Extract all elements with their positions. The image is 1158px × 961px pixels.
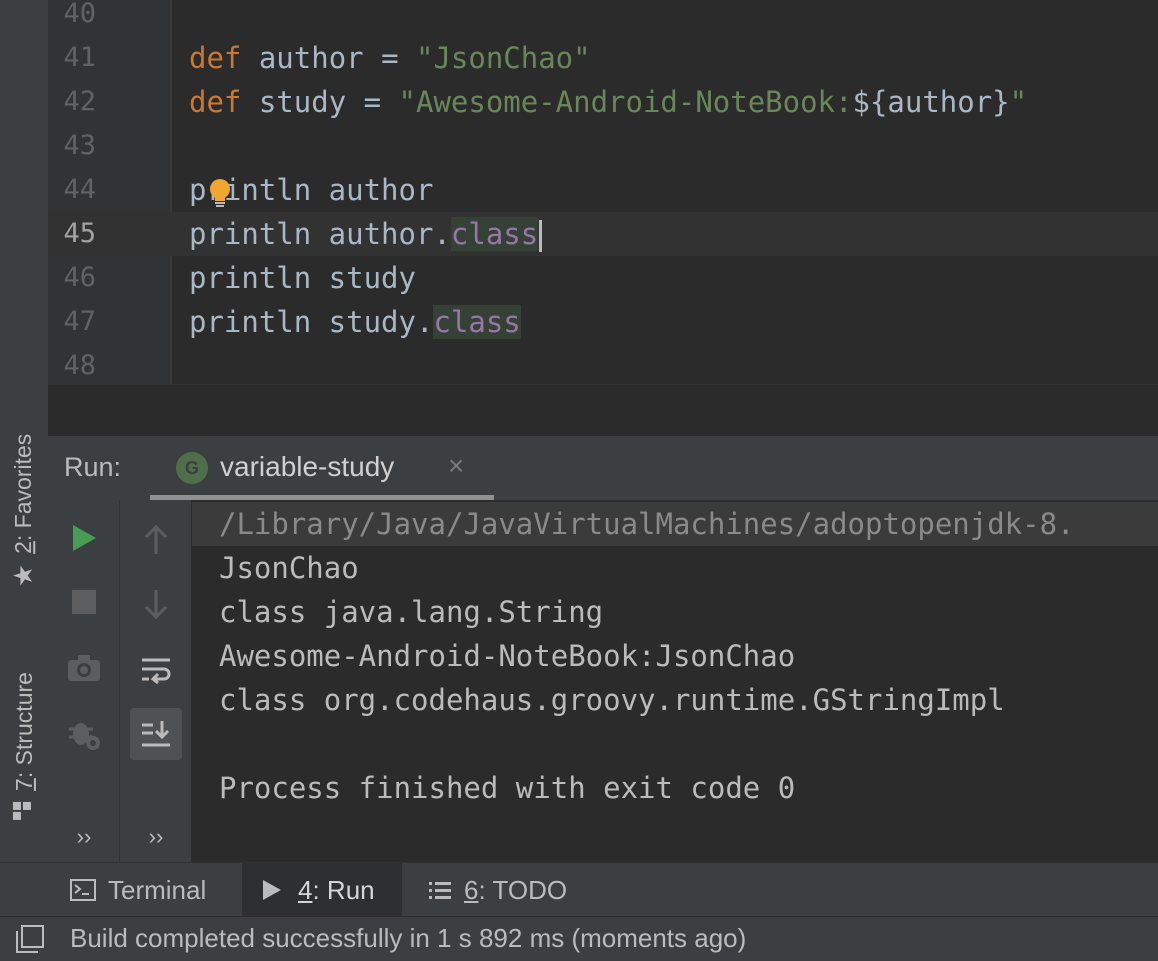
line-number: 41 [63,42,96,73]
console-output-line: class org.codehaus.groovy.runtime.GStrin… [219,683,1005,717]
code-text: println author. [189,217,451,251]
more-actions-chevron[interactable]: ›› [48,824,120,850]
bottom-tool-tabs: Terminal 4: Run 6: TODO [0,862,1158,917]
soft-wrap-icon [142,658,171,684]
tab-run-number: 4 [298,874,313,905]
close-icon[interactable]: × [448,450,464,482]
favorites-tool-tab[interactable]: ★ 2: Favorites [0,410,48,610]
groovy-icon: G [176,452,208,484]
keyword-def: def [189,41,242,75]
run-toolbar-primary: ›› [48,500,120,862]
line-number: 40 [63,0,96,29]
play-icon [263,880,281,900]
structure-icon [11,800,38,820]
run-console-output[interactable]: /Library/Java/JavaVirtualMachines/adopto… [192,500,1158,862]
structure-tool-tab[interactable]: 7: Structure [0,648,48,844]
code-line[interactable]: 40 [48,0,1158,36]
arrow-up-icon [144,525,168,554]
property-class: class [450,217,539,251]
run-toolbar-secondary: ›› [120,500,192,862]
code-line-current[interactable]: 45 println author.class [48,212,1158,256]
code-line[interactable]: 43 [48,124,1158,168]
code-line[interactable]: 46 println study [48,256,1158,300]
stop-button[interactable] [58,576,110,628]
line-number: 46 [63,262,96,293]
code-line[interactable]: 48 [48,344,1158,388]
scroll-to-end-icon [142,721,170,747]
line-number: 44 [63,174,96,205]
bug-gear-icon [69,723,100,750]
rerun-button[interactable] [58,512,110,564]
run-tab-title: variable-study [220,451,395,482]
string-literal-end: " [1009,85,1028,119]
next-occurrence-button[interactable] [130,578,182,630]
line-number: 45 [63,218,96,249]
status-message[interactable]: Build completed successfully in 1 s 892 … [70,923,746,954]
left-tool-strip: ★ 2: Favorites 7: Structure [0,0,49,862]
favorites-tab-label: : Favorites [10,433,37,541]
more-actions-chevron[interactable]: ›› [120,824,192,850]
line-number: 47 [63,306,96,337]
tab-todo[interactable]: 6: TODO [414,863,581,917]
camera-icon [68,655,100,681]
run-tab-variable-study[interactable]: G variable-study × [150,436,494,500]
tab-todo-number: 6 [464,874,479,905]
play-icon [73,525,96,551]
string-literal: "JsonChao" [416,41,591,75]
tab-run[interactable]: 4: Run [242,863,402,917]
code-line[interactable]: 42 def study = "Awesome-Android-NoteBook… [48,80,1158,124]
code-editor[interactable]: 40 41 def author = "JsonChao" 42 def stu… [48,0,1158,384]
dump-threads-button[interactable] [58,642,110,694]
star-icon: ★ [8,563,39,587]
console-output-line: JsonChao [219,551,359,585]
line-number: 42 [63,86,96,117]
tool-windows-toggle-icon[interactable] [16,925,44,958]
debug-settings-button[interactable] [58,708,110,760]
tab-todo-label: : TODO [478,874,568,905]
code-line[interactable]: 41 def author = "JsonChao" [48,36,1158,80]
status-bar: Build completed successfully in 1 s 892 … [0,916,1158,961]
tab-run-label: : Run [312,874,375,905]
favorites-tab-number: 2 [10,540,37,554]
arrow-down-icon [144,590,168,619]
line-number: 48 [63,350,96,381]
text-caret [539,220,543,252]
run-label: Run: [64,452,122,482]
code-text: println study. [189,305,434,339]
property-class: class [433,305,521,339]
terminal-icon [70,879,96,901]
console-output-line: Awesome-Android-NoteBook:JsonChao [219,639,796,673]
console-output-line: class java.lang.String [219,595,604,629]
string-interpolation: ${author} [852,85,1010,119]
structure-tab-number: 7 [10,777,37,791]
code-text: author = [241,41,416,75]
line-number: 43 [63,130,96,161]
keyword-def: def [189,85,242,119]
previous-occurrence-button[interactable] [130,514,182,566]
console-command-line: /Library/Java/JavaVirtualMachines/adopto… [192,502,1158,546]
code-line[interactable]: 47 println study.class [48,300,1158,344]
lightbulb-icon[interactable] [209,179,231,209]
editor-run-separator [48,384,1158,437]
scroll-to-end-button[interactable] [130,708,182,760]
string-literal: "Awesome-Android-NoteBook: [398,85,853,119]
tab-terminal[interactable]: Terminal [56,863,220,917]
tab-terminal-label: Terminal [108,874,207,905]
stop-icon [72,590,96,614]
list-icon [429,882,451,899]
console-process-finished-line: Process finished with exit code 0 [219,771,796,805]
run-panel-header: Run: G variable-study × [48,436,1158,500]
code-text: study = [241,85,399,119]
soft-wrap-button[interactable] [130,644,182,696]
structure-tab-label: : Structure [10,671,37,778]
code-text: println study [189,261,416,295]
